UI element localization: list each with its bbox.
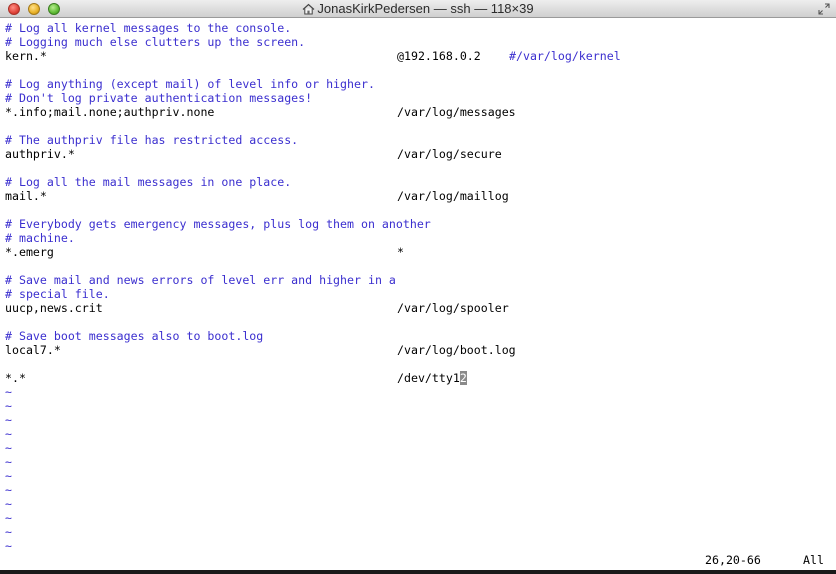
terminal-line[interactable]: # The authpriv file has restricted acces… <box>5 133 298 147</box>
terminal-window: JonasKirkPedersen — ssh — 118×39 # Log a… <box>0 0 836 574</box>
rule-action-text: /dev/tty1 <box>397 371 460 385</box>
empty-line-tilde: ~ <box>5 511 12 525</box>
home-icon <box>303 3 315 15</box>
terminal-line[interactable]: # Everybody gets emergency messages, plu… <box>5 217 431 231</box>
terminal-line[interactable]: # special file. <box>5 287 110 301</box>
terminal-line[interactable]: # Logging much else clutters up the scre… <box>5 35 305 49</box>
empty-line-tilde: ~ <box>5 497 12 511</box>
rule-action: /var/log/spooler <box>397 301 509 315</box>
rule-action: /var/log/maillog <box>397 189 509 203</box>
comment-text: # Logging much else clutters up the scre… <box>5 35 306 49</box>
rule-selector: authpriv.* <box>5 147 75 161</box>
terminal-line[interactable]: # Save mail and news errors of level err… <box>5 273 396 287</box>
rule-action: /var/log/boot.log <box>397 343 516 357</box>
comment-text: # Log anything (except mail) of level in… <box>5 77 375 91</box>
rule-selector: local7.* <box>5 343 61 357</box>
terminal-line[interactable]: *.emerg <box>5 245 54 259</box>
rule-selector: *.info;mail.none;authpriv.none <box>5 105 215 119</box>
terminal-line[interactable]: authpriv.* <box>5 147 75 161</box>
window-title: JonasKirkPedersen — ssh — 118×39 <box>317 1 534 16</box>
rule-selector: mail.* <box>5 189 47 203</box>
terminal-line[interactable]: local7.* <box>5 343 61 357</box>
empty-line-tilde: ~ <box>5 441 12 455</box>
scroll-indicator: All <box>803 553 824 567</box>
empty-line-tilde: ~ <box>5 385 12 399</box>
comment-text: # The authpriv file has restricted acces… <box>5 133 299 147</box>
rule-selector: kern.* <box>5 49 47 63</box>
terminal-line[interactable]: *.info;mail.none;authpriv.none <box>5 105 214 119</box>
terminal-line[interactable]: # Log all kernel messages to the console… <box>5 21 291 35</box>
terminal-line[interactable]: # Don't log private authentication messa… <box>5 91 312 105</box>
empty-line-tilde: ~ <box>5 483 12 497</box>
text-cursor: 2 <box>459 371 467 385</box>
empty-line-tilde: ~ <box>5 525 12 539</box>
terminal-line[interactable]: uucp,news.crit <box>5 301 103 315</box>
terminal-line[interactable]: # machine. <box>5 231 75 245</box>
window-bottom-edge <box>0 570 836 574</box>
comment-text: # Don't log private authentication messa… <box>5 91 313 105</box>
rule-action: * <box>397 245 404 259</box>
terminal-line[interactable]: # Save boot messages also to boot.log <box>5 329 263 343</box>
comment-text: # Everybody gets emergency messages, plu… <box>5 217 431 231</box>
empty-line-tilde: ~ <box>5 413 12 427</box>
comment-text: # special file. <box>5 287 110 301</box>
rule-action: /var/log/secure <box>397 147 502 161</box>
rule-selector: *.* <box>5 371 26 385</box>
comment-text: # Save mail and news errors of level err… <box>5 273 396 287</box>
empty-line-tilde: ~ <box>5 427 12 441</box>
fullscreen-icon[interactable] <box>818 3 830 15</box>
rule-action: /dev/tty12 <box>397 371 467 385</box>
terminal-content[interactable]: # Log all kernel messages to the console… <box>0 18 836 574</box>
empty-line-tilde: ~ <box>5 469 12 483</box>
window-title-container: JonasKirkPedersen — ssh — 118×39 <box>0 0 836 18</box>
comment-text: # machine. <box>5 231 75 245</box>
empty-line-tilde: ~ <box>5 455 12 469</box>
comment-text: # Log all the mail messages in one place… <box>5 175 292 189</box>
empty-line-tilde: ~ <box>5 539 12 553</box>
terminal-line[interactable]: *.* <box>5 371 26 385</box>
terminal-line[interactable]: # Log anything (except mail) of level in… <box>5 77 375 91</box>
empty-line-tilde: ~ <box>5 399 12 413</box>
terminal-line[interactable]: # Log all the mail messages in one place… <box>5 175 291 189</box>
comment-text: # Log all kernel messages to the console… <box>5 21 292 35</box>
rule-selector: uucp,news.crit <box>5 301 103 315</box>
cursor-position: 26,20-66 <box>705 553 761 567</box>
rule-trailing-comment: #/var/log/kernel <box>509 49 621 63</box>
terminal-line[interactable]: kern.* <box>5 49 47 63</box>
rule-selector: *.emerg <box>5 245 54 259</box>
rule-action: @192.168.0.2 <box>397 49 481 63</box>
terminal-line[interactable]: mail.* <box>5 189 47 203</box>
title-bar[interactable]: JonasKirkPedersen — ssh — 118×39 <box>0 0 836 18</box>
comment-text: # Save boot messages also to boot.log <box>5 329 264 343</box>
rule-action: /var/log/messages <box>397 105 516 119</box>
